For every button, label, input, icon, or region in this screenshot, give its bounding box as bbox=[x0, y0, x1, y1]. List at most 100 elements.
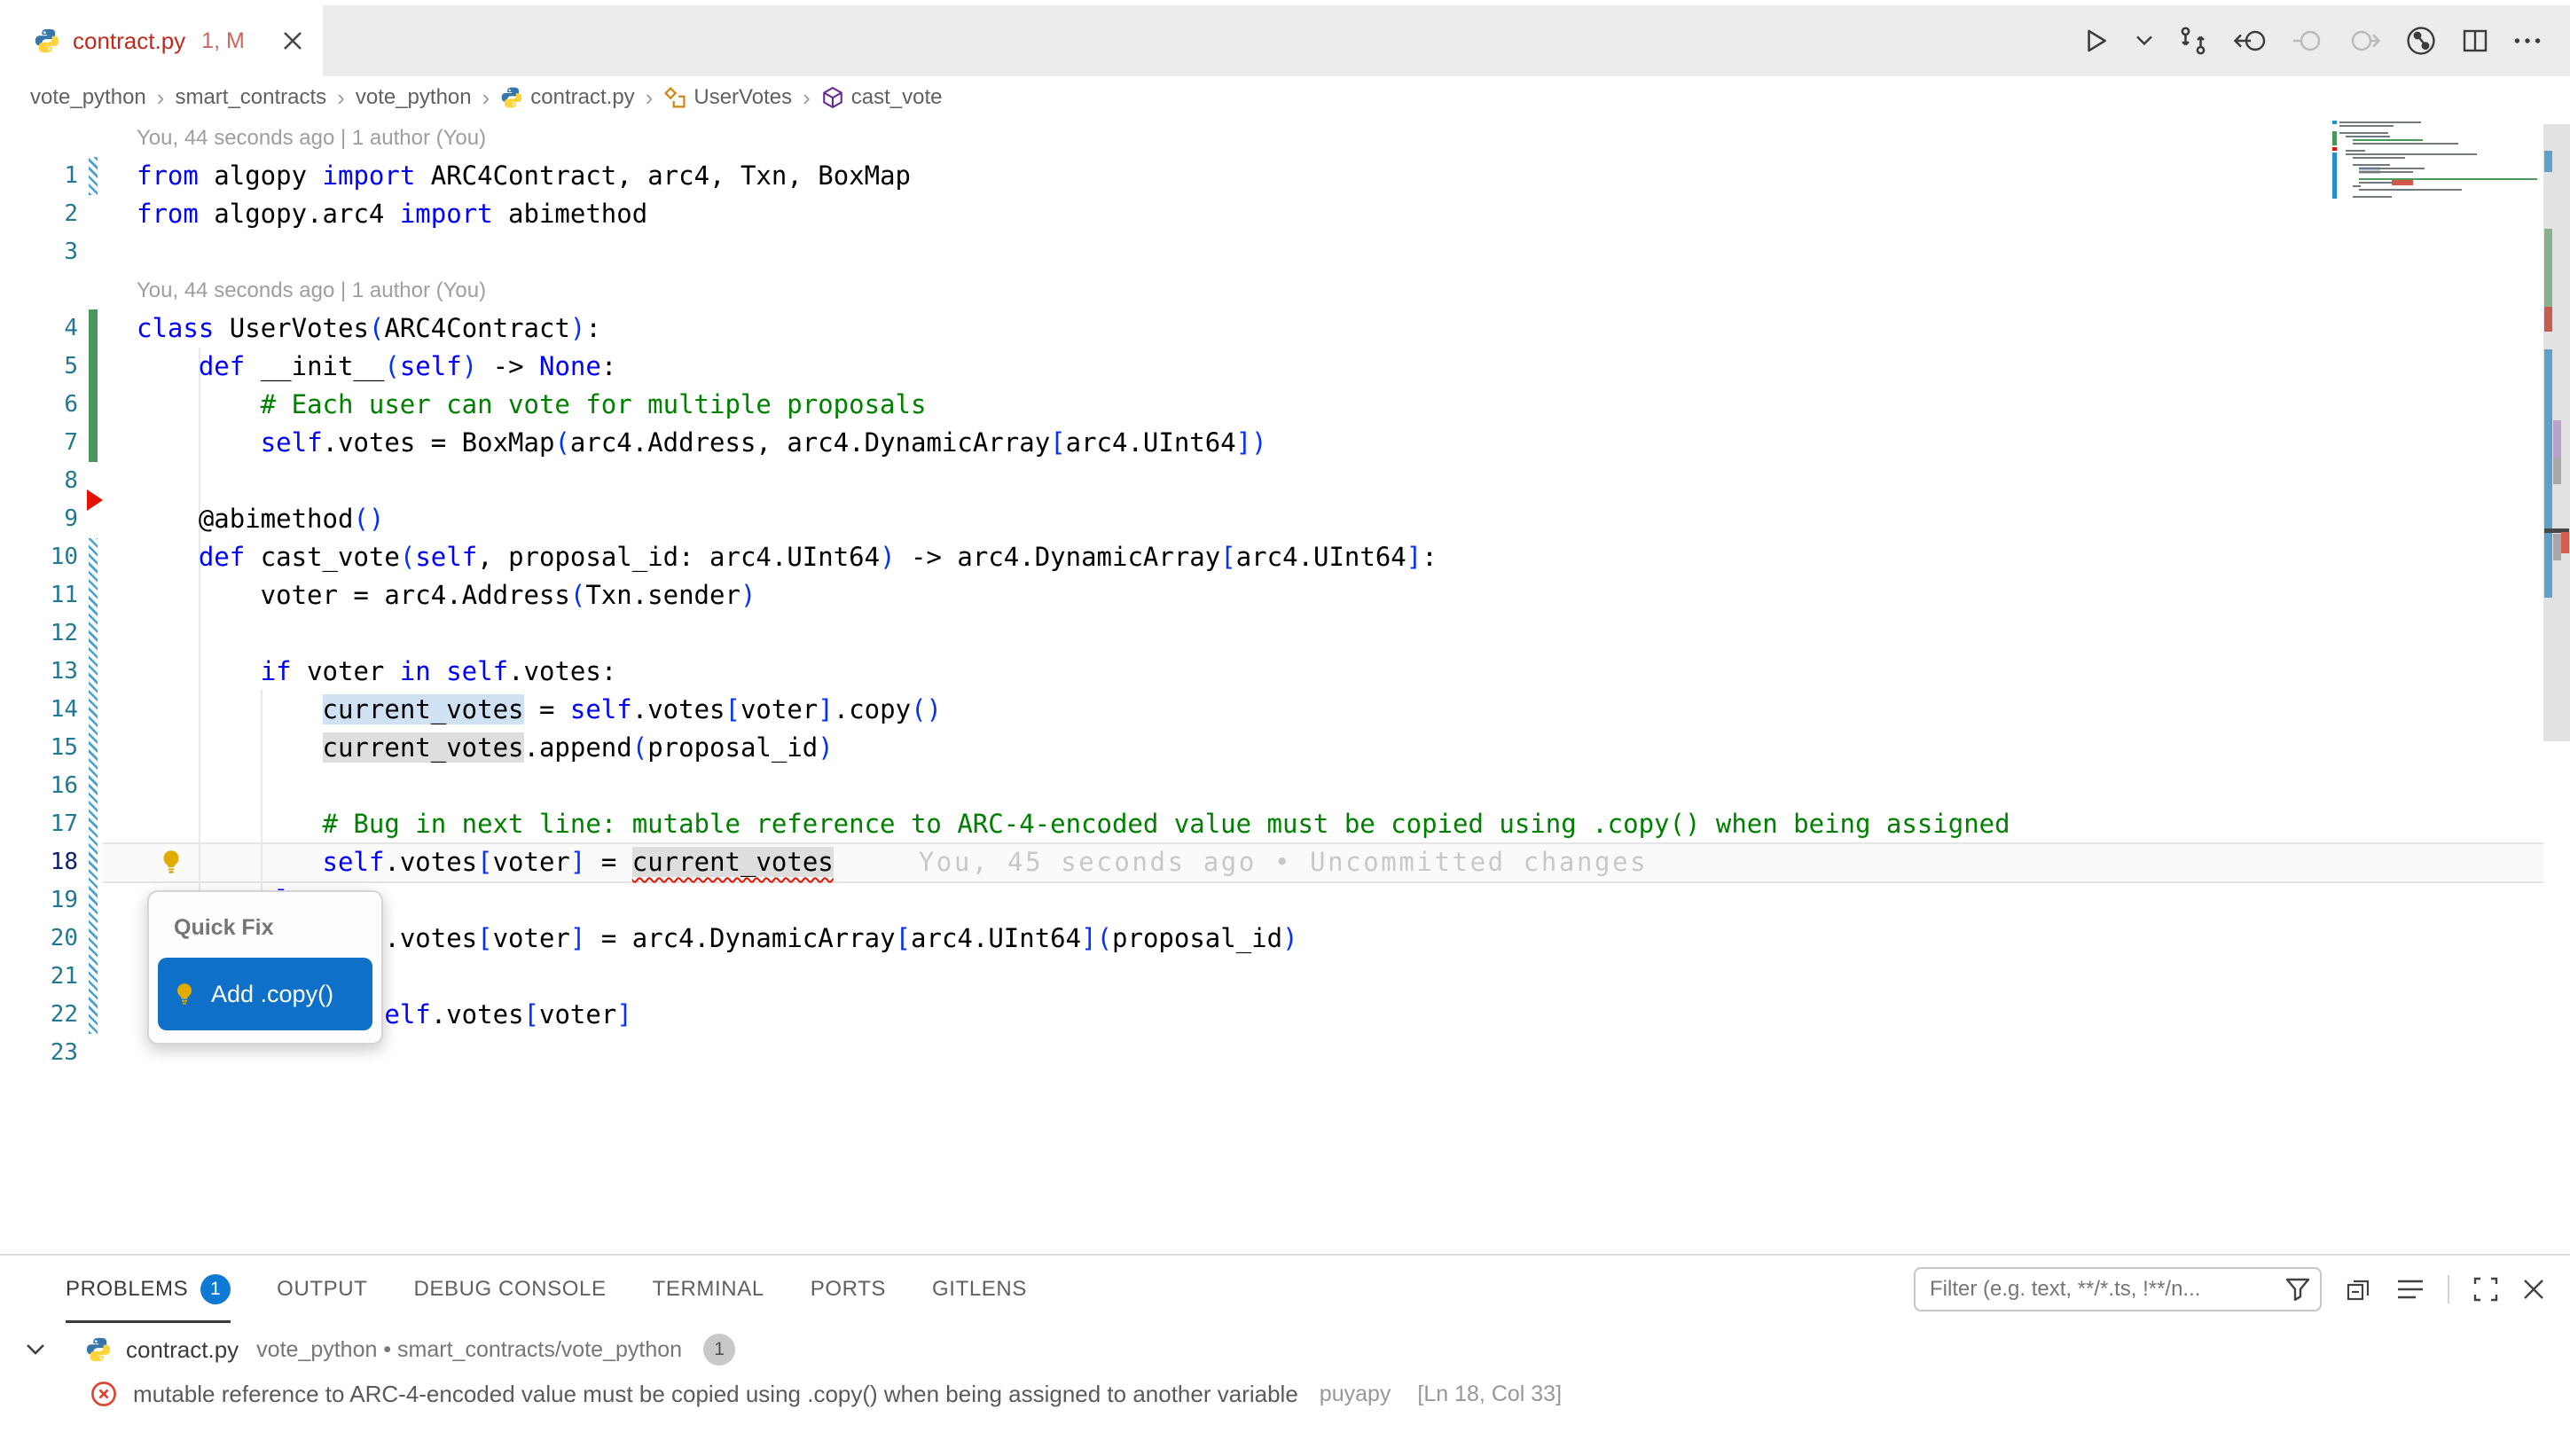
problems-file-row[interactable]: contract.py vote_python • smart_contract… bbox=[0, 1327, 2570, 1373]
line-number-7[interactable]: 7 bbox=[0, 424, 78, 462]
problem-source: puyapy bbox=[1320, 1382, 1391, 1407]
line-number-17[interactable]: 17 bbox=[0, 805, 78, 843]
code-token: .votes bbox=[632, 694, 725, 724]
code-line-13[interactable]: if voter in self.votes: bbox=[137, 653, 616, 691]
line-number-22[interactable]: 22 bbox=[0, 996, 78, 1034]
line-number-23[interactable]: 23 bbox=[0, 1034, 78, 1072]
line-number-21[interactable]: 21 bbox=[0, 958, 78, 996]
breadcrumb-item-cast_vote[interactable]: cast_vote bbox=[821, 85, 943, 110]
panel-tab-ports[interactable]: PORTS bbox=[811, 1256, 886, 1323]
breadcrumb-item-UserVotes[interactable]: UserVotes bbox=[663, 85, 792, 110]
method-symbol-icon bbox=[821, 86, 844, 109]
code-token: self bbox=[570, 694, 632, 724]
code-line-14[interactable]: current_votes = self.votes[voter].copy() bbox=[137, 691, 942, 729]
maximize-panel-icon[interactable] bbox=[2472, 1276, 2499, 1303]
line-number-1[interactable]: 1 bbox=[0, 157, 78, 195]
code-editor[interactable]: You, 44 seconds ago | 1 author (You) 1 fro… bbox=[0, 119, 2570, 1254]
editor-actions-toolbar bbox=[2080, 5, 2570, 76]
code-token: from bbox=[137, 160, 199, 191]
gutter-deleted-change-icon[interactable] bbox=[87, 489, 103, 511]
collapse-all-icon[interactable] bbox=[2345, 1275, 2373, 1303]
code-token: ) bbox=[1251, 427, 1266, 458]
line-number-12[interactable]: 12 bbox=[0, 614, 78, 653]
commit-graph-icon[interactable] bbox=[2405, 25, 2437, 57]
line-number-2[interactable]: 2 bbox=[0, 195, 78, 233]
code-line-7[interactable]: self.votes = BoxMap(arc4.Address, arc4.D… bbox=[137, 424, 1267, 462]
minimap[interactable] bbox=[2332, 121, 2545, 220]
code-line-2[interactable]: from algopy.arc4 import abimethod bbox=[137, 195, 647, 233]
code-token: [ bbox=[725, 694, 740, 724]
split-editor-icon[interactable] bbox=[2462, 27, 2488, 54]
panel-tab-gitlens[interactable]: GITLENS bbox=[932, 1256, 1027, 1323]
line-number-19[interactable]: 19 bbox=[0, 881, 78, 920]
code-token bbox=[137, 656, 261, 686]
line-number-8[interactable]: 8 bbox=[0, 462, 78, 500]
code-line-18[interactable]: self.votes[voter] = current_votesYou, 45… bbox=[137, 843, 1648, 881]
open-changes-icon[interactable] bbox=[2178, 26, 2208, 56]
line-number-15[interactable]: 15 bbox=[0, 729, 78, 767]
line-number-20[interactable]: 20 bbox=[0, 920, 78, 958]
line-number-13[interactable]: 13 bbox=[0, 653, 78, 691]
line-number-6[interactable]: 6 bbox=[0, 386, 78, 424]
previous-change-disabled-icon[interactable] bbox=[2292, 27, 2323, 54]
code-token: voter = arc4.Address bbox=[137, 580, 570, 610]
code-line-11[interactable]: voter = arc4.Address(Txn.sender) bbox=[137, 576, 756, 614]
python-file-icon bbox=[85, 1336, 112, 1363]
view-as-list-icon[interactable] bbox=[2396, 1278, 2425, 1301]
code-line-4[interactable]: class UserVotes(ARC4Contract): bbox=[137, 309, 601, 348]
more-actions-icon[interactable] bbox=[2513, 36, 2542, 45]
gutter-added-change-bar[interactable] bbox=[89, 309, 98, 462]
code-line-5[interactable]: def __init__(self) -> None: bbox=[137, 348, 616, 386]
breadcrumb-item-vote_python[interactable]: vote_python bbox=[30, 85, 146, 110]
breadcrumb-item-contract.py[interactable]: contract.py bbox=[500, 85, 634, 110]
code-line-6[interactable]: # Each user can vote for multiple propos… bbox=[137, 386, 926, 424]
line-number-3[interactable]: 3 bbox=[0, 233, 78, 271]
line-number-11[interactable]: 11 bbox=[0, 576, 78, 614]
quick-fix-action-add-copy[interactable]: Add .copy() bbox=[158, 958, 372, 1030]
next-change-disabled-icon[interactable] bbox=[2348, 27, 2380, 54]
gutter-modified-change-bar[interactable] bbox=[89, 538, 98, 1034]
problem-row[interactable]: mutable reference to ARC-4-encoded value… bbox=[0, 1373, 2570, 1415]
breadcrumb-item-vote_python[interactable]: vote_python bbox=[356, 85, 472, 110]
code-token: [ bbox=[896, 923, 911, 953]
run-dropdown-chevron-icon[interactable] bbox=[2135, 35, 2153, 47]
panel-tab-debug-console[interactable]: DEBUG CONSOLE bbox=[413, 1256, 606, 1323]
code-token: voter bbox=[740, 694, 818, 724]
breadcrumb-item-smart_contracts[interactable]: smart_contracts bbox=[175, 85, 326, 110]
line-number-16[interactable]: 16 bbox=[0, 767, 78, 805]
code-line-9[interactable]: @abimethod() bbox=[137, 500, 384, 538]
panel-tab-output[interactable]: OUTPUT bbox=[277, 1256, 367, 1323]
codelens-blame[interactable]: You, 44 seconds ago | 1 author (You) bbox=[137, 271, 486, 309]
line-number-10[interactable]: 10 bbox=[0, 538, 78, 576]
close-panel-icon[interactable] bbox=[2522, 1278, 2545, 1301]
overview-ruler-scrollbar[interactable] bbox=[2543, 119, 2570, 1254]
code-line-1[interactable]: from algopy import ARC4Contract, arc4, T… bbox=[137, 157, 911, 195]
code-token: arc4.Address, arc4.DynamicArray bbox=[570, 427, 1050, 458]
panel-tab-problems[interactable]: PROBLEMS1 bbox=[66, 1256, 231, 1323]
minimap-line bbox=[2353, 164, 2390, 166]
run-python-file-icon[interactable] bbox=[2080, 26, 2111, 56]
line-number-5[interactable]: 5 bbox=[0, 348, 78, 386]
problems-filter-box bbox=[1914, 1267, 2322, 1311]
tab-contract-py[interactable]: contract.py 1, M bbox=[0, 5, 323, 76]
code-token: ) bbox=[740, 580, 756, 610]
code-token: UserVotes bbox=[214, 313, 369, 343]
problems-filter-input[interactable] bbox=[1916, 1277, 2270, 1302]
code-line-10[interactable]: def cast_vote(self, proposal_id: arc4.UI… bbox=[137, 538, 1438, 576]
line-number-18[interactable]: 18 bbox=[0, 843, 78, 881]
codelens-blame[interactable]: You, 44 seconds ago | 1 author (You) bbox=[137, 119, 486, 157]
minimap-line bbox=[2359, 168, 2425, 169]
previous-change-icon[interactable] bbox=[2233, 27, 2267, 54]
line-number-9[interactable]: 9 bbox=[0, 500, 78, 538]
code-line-17[interactable]: # Bug in next line: mutable reference to… bbox=[137, 805, 2010, 843]
line-number-14[interactable]: 14 bbox=[0, 691, 78, 729]
breadcrumb-label: vote_python bbox=[30, 85, 146, 110]
panel-tab-terminal[interactable]: TERMINAL bbox=[653, 1256, 764, 1323]
gutter-modified-change-bar[interactable] bbox=[89, 157, 98, 195]
code-token: = bbox=[585, 847, 631, 877]
tab-close-icon[interactable] bbox=[278, 27, 307, 55]
line-number-4[interactable]: 4 bbox=[0, 309, 78, 348]
lightbulb-icon[interactable] bbox=[158, 849, 184, 875]
code-line-15[interactable]: current_votes.append(proposal_id) bbox=[137, 729, 834, 767]
class-symbol-icon bbox=[663, 86, 686, 109]
